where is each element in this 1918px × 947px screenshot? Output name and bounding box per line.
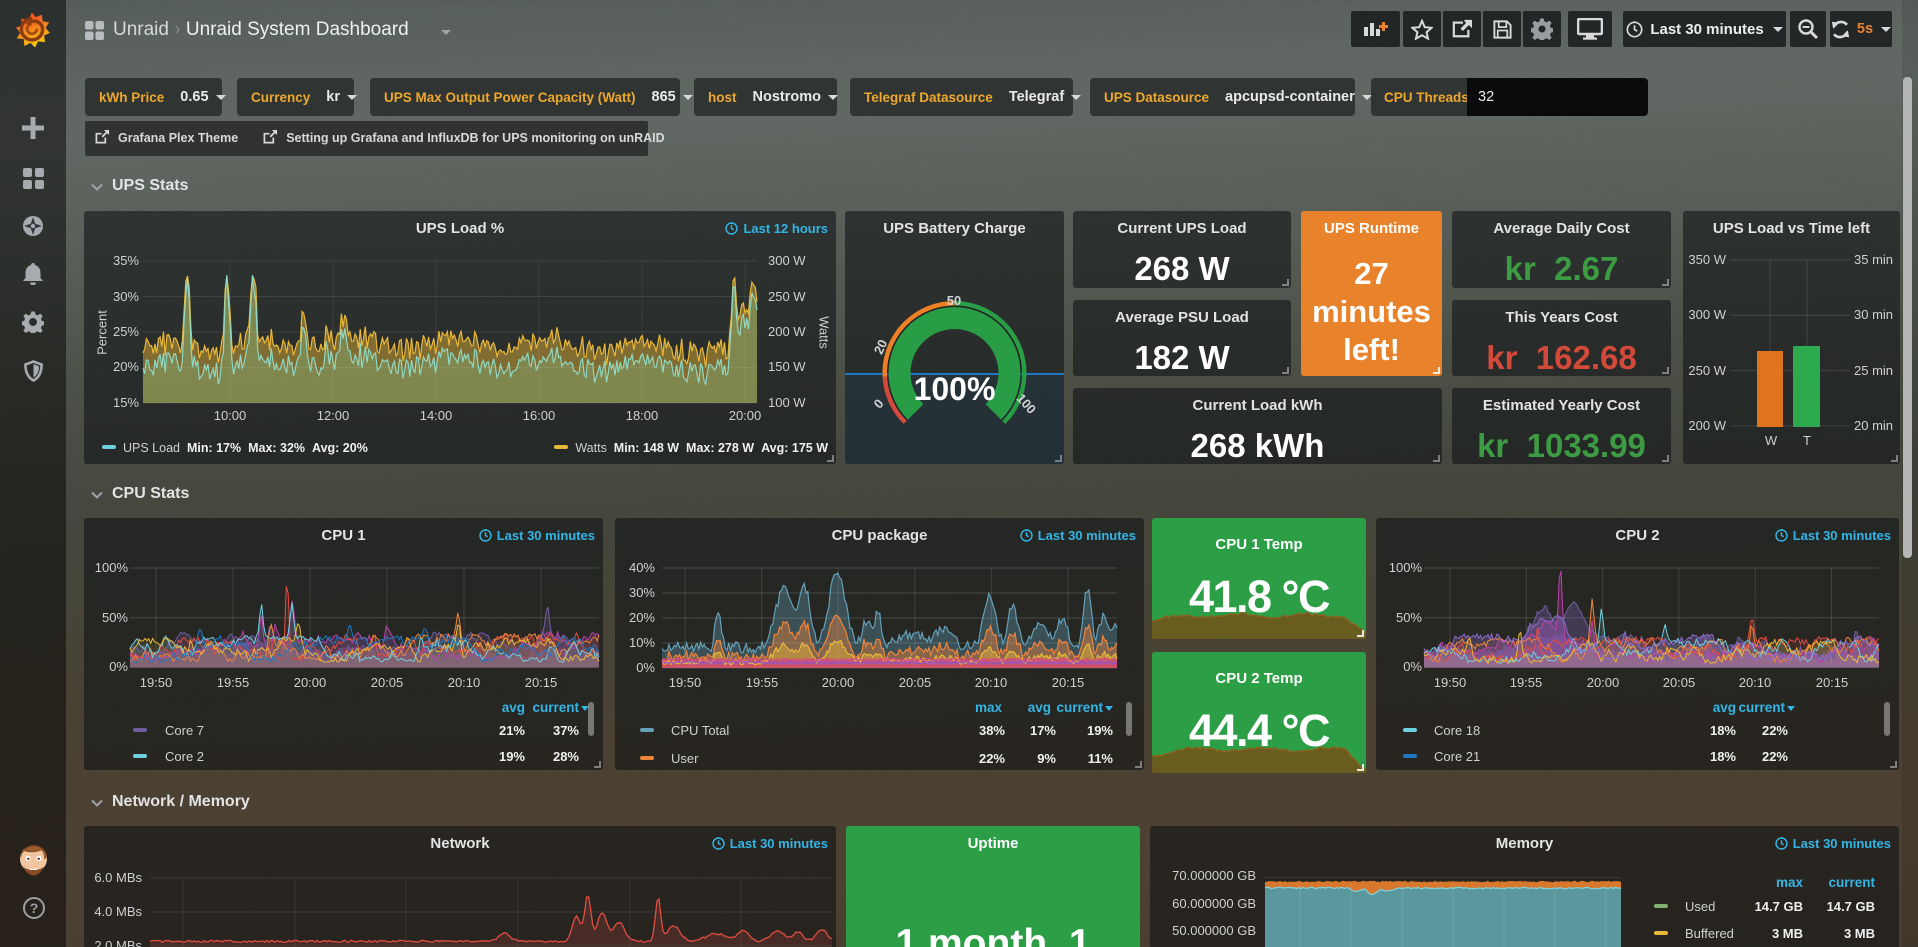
svg-text:50: 50 [947, 293, 961, 308]
